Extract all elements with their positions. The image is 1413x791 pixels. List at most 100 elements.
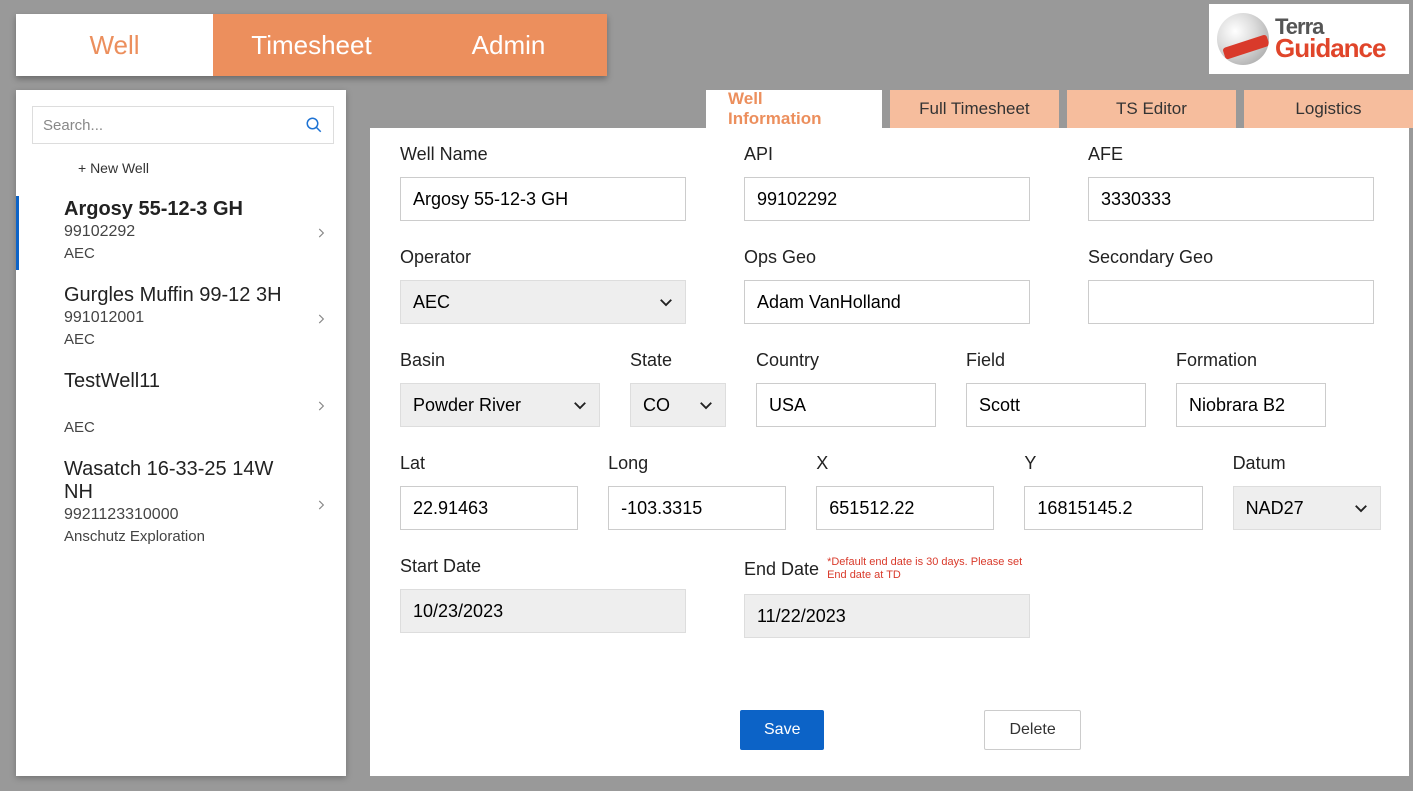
save-button[interactable]: Save (740, 710, 824, 750)
chevron-right-icon (314, 312, 328, 326)
tab-admin[interactable]: Admin (410, 14, 607, 76)
label-api: API (744, 144, 1030, 165)
tab-well[interactable]: Well (16, 14, 213, 76)
field-start-date: Start Date 10/23/2023 (400, 556, 686, 638)
select-datum-value: NAD27 (1246, 498, 1304, 519)
well-item-name: Wasatch 16-33-25 14W NH (64, 458, 304, 504)
tab-timesheet[interactable]: Timesheet (213, 14, 410, 76)
end-date-warning: *Default end date is 30 days. Please set… (827, 556, 1027, 582)
label-end-date: End Date (744, 559, 819, 580)
input-y[interactable]: 16815145.2 (1024, 486, 1202, 530)
label-afe: AFE (1088, 144, 1374, 165)
chevron-down-icon (697, 396, 715, 414)
input-lat[interactable]: 22.91463 (400, 486, 578, 530)
well-list-sidebar: + New Well Argosy 55-12-3 GH 99102292 AE… (16, 90, 346, 776)
logo-text-guidance: Guidance (1275, 37, 1385, 60)
select-basin[interactable]: Powder River (400, 383, 600, 427)
chevron-right-icon (314, 399, 328, 413)
label-field: Field (966, 350, 1146, 371)
input-api[interactable]: 99102292 (744, 177, 1030, 221)
input-well-name[interactable]: Argosy 55-12-3 GH (400, 177, 686, 221)
chevron-down-icon (571, 396, 589, 414)
search-input[interactable] (33, 117, 333, 134)
select-basin-value: Powder River (413, 395, 521, 416)
field-end-date: End Date *Default end date is 30 days. P… (744, 556, 1030, 638)
well-list-item[interactable]: Gurgles Muffin 99-12 3H 991012001 AEC (16, 276, 346, 362)
field-field: Field Scott (966, 350, 1146, 427)
chevron-down-icon (1352, 499, 1370, 517)
select-operator[interactable]: AEC (400, 280, 686, 324)
field-y: Y 16815145.2 (1024, 453, 1202, 530)
input-field[interactable]: Scott (966, 383, 1146, 427)
field-formation: Formation Niobrara B2 (1176, 350, 1326, 427)
new-well-button[interactable]: + New Well (16, 154, 346, 190)
chevron-down-icon (657, 293, 675, 311)
field-datum: Datum NAD27 (1233, 453, 1381, 530)
well-item-operator: AEC (64, 419, 304, 436)
input-afe[interactable]: 3330333 (1088, 177, 1374, 221)
well-item-operator: AEC (64, 245, 304, 262)
detail-sub-tabs: Well Information Full Timesheet TS Edito… (706, 90, 1413, 128)
label-well-name: Well Name (400, 144, 686, 165)
input-end-date[interactable]: 11/22/2023 (744, 594, 1030, 638)
label-formation: Formation (1176, 350, 1326, 371)
label-x: X (816, 453, 994, 474)
input-formation[interactable]: Niobrara B2 (1176, 383, 1326, 427)
label-operator: Operator (400, 247, 686, 268)
well-item-api (64, 395, 304, 415)
action-button-row: Save Delete (740, 710, 1381, 750)
sub-tab-logistics[interactable]: Logistics (1244, 90, 1413, 128)
top-nav-tabs: Well Timesheet Admin (16, 14, 607, 76)
select-operator-value: AEC (413, 292, 450, 313)
search-icon[interactable] (305, 116, 323, 134)
field-lat: Lat 22.91463 (400, 453, 578, 530)
well-information-panel: Well Name Argosy 55-12-3 GH API 99102292… (370, 128, 1409, 776)
select-state[interactable]: CO (630, 383, 726, 427)
label-basin: Basin (400, 350, 600, 371)
label-ops-geo: Ops Geo (744, 247, 1030, 268)
well-list-item[interactable]: Wasatch 16-33-25 14W NH 9921123310000 An… (16, 450, 346, 559)
chevron-right-icon (314, 226, 328, 240)
logo-swoosh-icon (1217, 13, 1269, 65)
field-long: Long -103.3315 (608, 453, 786, 530)
field-operator: Operator AEC (400, 247, 686, 324)
search-container (32, 106, 334, 144)
field-well-name: Well Name Argosy 55-12-3 GH (400, 144, 686, 221)
well-item-operator: AEC (64, 331, 304, 348)
input-secondary-geo[interactable] (1088, 280, 1374, 324)
sub-tab-well-information[interactable]: Well Information (706, 90, 882, 128)
field-basin: Basin Powder River (400, 350, 600, 427)
label-start-date: Start Date (400, 556, 686, 577)
well-item-name: TestWell11 (64, 370, 304, 393)
input-long[interactable]: -103.3315 (608, 486, 786, 530)
select-datum[interactable]: NAD27 (1233, 486, 1381, 530)
label-y: Y (1024, 453, 1202, 474)
well-item-api: 99102292 (64, 223, 304, 241)
well-list-item[interactable]: TestWell11 AEC (16, 362, 346, 450)
label-state: State (630, 350, 726, 371)
input-start-date[interactable]: 10/23/2023 (400, 589, 686, 633)
sub-tab-full-timesheet[interactable]: Full Timesheet (890, 90, 1059, 128)
field-x: X 651512.22 (816, 453, 994, 530)
select-state-value: CO (643, 395, 670, 416)
chevron-right-icon (314, 498, 328, 512)
brand-logo: Terra Guidance (1209, 4, 1409, 74)
well-item-api: 991012001 (64, 309, 304, 327)
well-item-api: 9921123310000 (64, 506, 304, 524)
well-list-item[interactable]: Argosy 55-12-3 GH 99102292 AEC (16, 190, 346, 276)
field-secondary-geo: Secondary Geo (1088, 247, 1374, 324)
sub-tab-ts-editor[interactable]: TS Editor (1067, 90, 1236, 128)
input-country[interactable]: USA (756, 383, 936, 427)
input-ops-geo[interactable]: Adam VanHolland (744, 280, 1030, 324)
delete-button[interactable]: Delete (984, 710, 1080, 750)
input-x[interactable]: 651512.22 (816, 486, 994, 530)
label-secondary-geo: Secondary Geo (1088, 247, 1374, 268)
field-api: API 99102292 (744, 144, 1030, 221)
field-country: Country USA (756, 350, 936, 427)
well-item-name: Gurgles Muffin 99-12 3H (64, 284, 304, 307)
well-item-name: Argosy 55-12-3 GH (64, 198, 304, 221)
field-state: State CO (630, 350, 726, 427)
field-ops-geo: Ops Geo Adam VanHolland (744, 247, 1030, 324)
label-long: Long (608, 453, 786, 474)
label-datum: Datum (1233, 453, 1381, 474)
